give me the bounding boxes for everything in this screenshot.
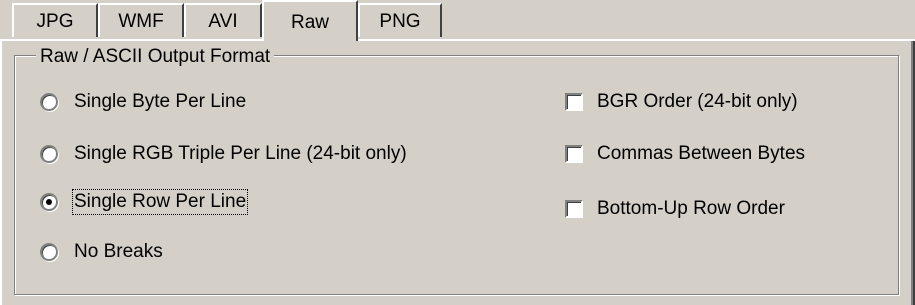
- tab-avi[interactable]: AVI: [184, 3, 262, 37]
- tab-jpg[interactable]: JPG: [12, 3, 98, 37]
- radio-dot-icon: [46, 199, 52, 205]
- checkbox-label: Commas Between Bytes: [597, 143, 806, 164]
- tab-label: Raw: [290, 11, 329, 33]
- radio-label: Single Byte Per Line: [74, 91, 247, 112]
- checkbox-icon: [565, 200, 583, 218]
- radio-label: Single Row Per Line: [71, 189, 249, 215]
- tab-label: PNG: [379, 11, 421, 32]
- tab-divider: [0, 39, 915, 41]
- radio-label: Single RGB Triple Per Line (24-bit only): [74, 143, 407, 164]
- radio-button-icon: [40, 243, 58, 261]
- tab-label: AVI: [208, 11, 238, 32]
- checkbox-icon: [565, 145, 583, 163]
- radio-single-byte[interactable]: Single Byte Per Line: [40, 89, 246, 115]
- checkbox-label: BGR Order (24-bit only): [597, 91, 798, 112]
- checkbox-bgr-order[interactable]: BGR Order (24-bit only): [565, 89, 798, 115]
- radio-single-row[interactable]: Single Row Per Line: [40, 189, 249, 215]
- tab-panel-raw: Raw / ASCII Output Format Single Byte Pe…: [0, 41, 915, 305]
- checkbox-commas-between-bytes[interactable]: Commas Between Bytes: [565, 141, 805, 167]
- tab-label: WMF: [118, 11, 164, 32]
- tab-strip: JPG WMF AVI Raw PNG: [0, 0, 915, 41]
- tab-label: JPG: [36, 11, 74, 32]
- radio-single-rgb-triple[interactable]: Single RGB Triple Per Line (24-bit only): [40, 141, 407, 167]
- radio-button-icon: [40, 145, 58, 163]
- radio-label: No Breaks: [74, 241, 163, 262]
- radio-button-icon: [40, 93, 58, 111]
- group-title: Raw / ASCII Output Format: [36, 45, 275, 69]
- checkbox-icon: [565, 93, 583, 111]
- radio-button-checked-icon: [40, 193, 58, 211]
- checkbox-bottom-up-row-order[interactable]: Bottom-Up Row Order: [565, 196, 785, 222]
- tab-png[interactable]: PNG: [358, 3, 442, 37]
- panel-edge: [0, 41, 2, 305]
- tab-wmf[interactable]: WMF: [98, 3, 184, 37]
- checkbox-label: Bottom-Up Row Order: [597, 198, 785, 219]
- radio-no-breaks[interactable]: No Breaks: [40, 239, 163, 265]
- tab-raw[interactable]: Raw: [262, 0, 358, 41]
